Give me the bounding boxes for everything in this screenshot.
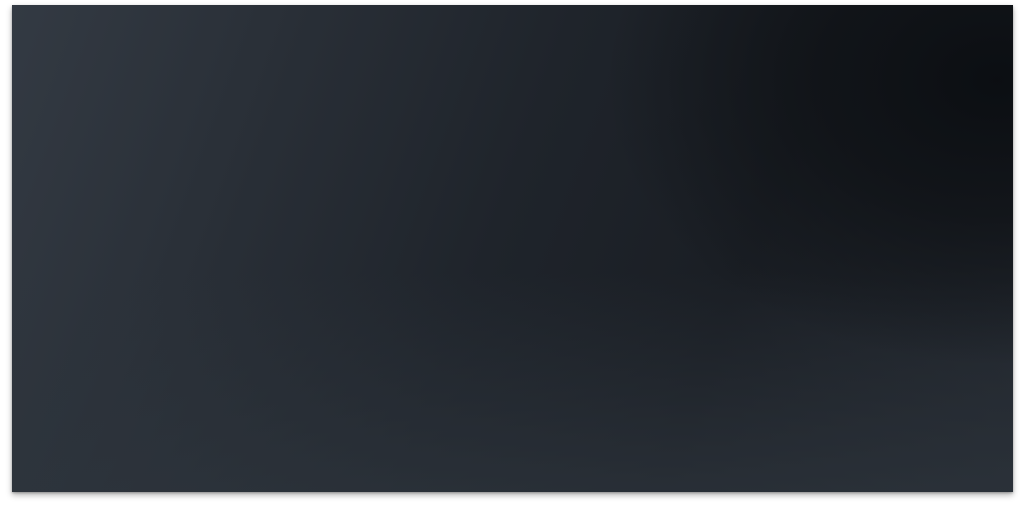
page-canvas [0,0,1024,509]
dark-gradient-panel [12,5,1013,492]
